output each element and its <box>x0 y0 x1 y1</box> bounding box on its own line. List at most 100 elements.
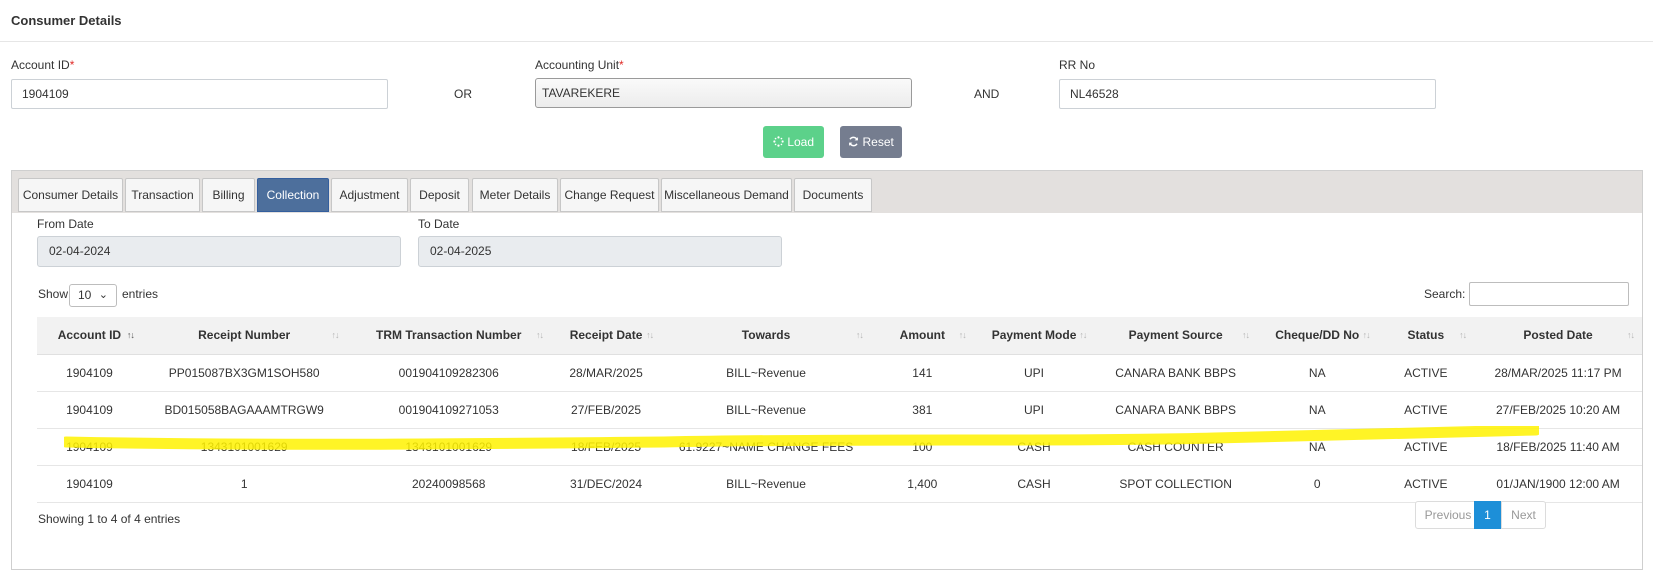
or-label: OR <box>454 87 472 101</box>
page-title: Consumer Details <box>11 13 122 28</box>
tab-billing[interactable]: Billing <box>202 178 255 212</box>
column-header-posted-date[interactable]: Posted Date ↑↓ <box>1474 317 1642 355</box>
column-header-payment-mode[interactable]: Payment Mode ↑↓ <box>973 317 1095 355</box>
collection-table: Account ID ↑↓ Receipt Number ↑↓ TRM Transa… <box>37 317 1642 503</box>
previous-page-button[interactable]: Previous <box>1415 501 1481 529</box>
cell-status: ACTIVE <box>1377 391 1475 429</box>
page-length-select[interactable]: 10 ⌄ <box>69 284 117 307</box>
cell-payment-mode: UPI <box>973 354 1095 392</box>
column-header-payment-source[interactable]: Payment Source ↑↓ <box>1094 317 1257 355</box>
table-row: 1904109 BD015058BAGAAAMTRGW9 00190410927… <box>37 391 1642 429</box>
column-header-receipt-number[interactable]: Receipt Number ↑↓ <box>141 317 347 355</box>
sort-arrows-icon: ↑↓ <box>1627 330 1635 340</box>
to-date-input[interactable]: 02-04-2025 <box>418 236 782 267</box>
cell-receipt-date: 27/FEB/2025 <box>550 391 662 429</box>
cell-posted-date: 18/FEB/2025 11:40 AM <box>1474 428 1642 466</box>
cell-account-id: 1904109 <box>37 391 142 429</box>
cell-cheque-dd-no: 0 <box>1256 465 1378 503</box>
table-header-row: Account ID ↑↓ Receipt Number ↑↓ TRM Transa… <box>37 317 1642 355</box>
cell-receipt-number: 1 <box>141 465 347 503</box>
table-info: Showing 1 to 4 of 4 entries <box>38 512 181 526</box>
rr-no-input[interactable]: NL46528 <box>1059 79 1436 109</box>
table-row: 1904109 1 20240098568 31/DEC/2024 BILL~R… <box>37 465 1642 503</box>
table-row-highlighted: 1904109 1343101001629 1343101001629 18/F… <box>37 428 1642 466</box>
tab-change-request[interactable]: Change Request <box>560 178 659 212</box>
and-label: AND <box>974 87 1000 101</box>
next-page-button[interactable]: Next <box>1501 501 1546 529</box>
cell-towards: BILL~Revenue <box>661 465 871 503</box>
search-label: Search: <box>1424 287 1466 301</box>
cell-payment-mode: UPI <box>973 391 1095 429</box>
cell-trm-transaction-number: 001904109271053 <box>346 391 551 429</box>
column-header-amount[interactable]: Amount ↑↓ <box>870 317 974 355</box>
chevron-down-icon: ⌄ <box>98 289 108 301</box>
sort-arrows-icon: ↑↓ <box>535 330 544 340</box>
sort-arrows-icon: ↑↓ <box>331 330 339 340</box>
account-id-input[interactable]: 1904109 <box>11 79 388 109</box>
cell-amount: 1,400 <box>870 465 974 503</box>
tab-transaction[interactable]: Transaction <box>125 178 200 212</box>
cell-account-id: 1904109 <box>37 465 142 503</box>
load-button[interactable]: Load <box>763 126 824 158</box>
cell-trm-transaction-number: 20240098568 <box>346 465 551 503</box>
cell-receipt-date: 18/FEB/2025 <box>550 428 662 466</box>
sort-arrows-icon: ↑↓ <box>958 330 967 340</box>
entries-label: entries <box>122 287 159 301</box>
sort-arrows-icon: ↑↓ <box>1362 330 1371 340</box>
cell-posted-date: 01/JAN/1900 12:00 AM <box>1474 465 1642 503</box>
cell-payment-source: CASH COUNTER <box>1094 428 1257 466</box>
cell-posted-date: 28/MAR/2025 11:17 PM <box>1474 354 1642 392</box>
accounting-unit-select[interactable]: TAVAREKERE <box>535 78 912 108</box>
tab-collection[interactable]: Collection <box>257 178 329 212</box>
column-header-trm-transaction-number[interactable]: TRM Transaction Number ↑↓ <box>346 317 551 355</box>
cell-amount: 141 <box>870 354 974 392</box>
from-date-label: From Date <box>37 217 94 231</box>
cell-cheque-dd-no: NA <box>1256 354 1378 392</box>
cell-towards: 61.9227~NAME CHANGE FEES <box>661 428 871 466</box>
tab-documents[interactable]: Documents <box>794 178 872 212</box>
from-date-input[interactable]: 02-04-2024 <box>37 236 401 267</box>
tab-adjustment[interactable]: Adjustment <box>331 178 408 212</box>
account-id-label: Account ID* <box>11 58 75 72</box>
cell-payment-source: CANARA BANK BBPS <box>1094 391 1257 429</box>
sort-arrows-icon: ↑↓ <box>855 330 864 340</box>
cell-receipt-date: 31/DEC/2024 <box>550 465 662 503</box>
cell-towards: BILL~Revenue <box>661 391 871 429</box>
reset-button[interactable]: Reset <box>840 126 902 158</box>
cell-towards: BILL~Revenue <box>661 354 871 392</box>
page-1-button[interactable]: 1 <box>1474 501 1501 529</box>
sort-arrows-icon: ↑↓ <box>646 330 654 340</box>
column-header-status[interactable]: Status ↑↓ <box>1377 317 1475 355</box>
rr-no-label: RR No <box>1059 58 1096 72</box>
cell-cheque-dd-no: NA <box>1256 391 1378 429</box>
tab-meter-details[interactable]: Meter Details <box>472 178 558 212</box>
column-header-towards[interactable]: Towards ↑↓ <box>661 317 871 355</box>
cell-cheque-dd-no: NA <box>1256 428 1378 466</box>
cell-status: ACTIVE <box>1377 354 1475 392</box>
reset-button-label: Reset <box>862 135 894 149</box>
cell-payment-mode: CASH <box>973 465 1095 503</box>
tab-miscellaneous-demand[interactable]: Miscellaneous Demand <box>661 178 792 212</box>
cell-amount: 381 <box>870 391 974 429</box>
refresh-icon <box>848 135 862 149</box>
tab-consumer-details[interactable]: Consumer Details <box>18 178 123 212</box>
column-header-account-id[interactable]: Account ID ↑↓ <box>37 317 142 355</box>
load-button-label: Load <box>787 135 815 149</box>
cell-payment-mode: CASH <box>973 428 1095 466</box>
tab-bar: Consumer Details Transaction Billing Col… <box>12 171 1642 213</box>
cell-status: ACTIVE <box>1377 465 1475 503</box>
cell-account-id: 1904109 <box>37 354 142 392</box>
sort-arrows-icon: ↑↓ <box>1459 330 1467 340</box>
cell-receipt-number: BD015058BAGAAAMTRGW9 <box>141 391 347 429</box>
column-header-cheque-dd-no[interactable]: Cheque/DD No ↑↓ <box>1256 317 1378 355</box>
search-input[interactable] <box>1469 282 1629 306</box>
cell-trm-transaction-number: 1343101001629 <box>346 428 551 466</box>
to-date-label: To Date <box>418 217 460 231</box>
tab-deposit[interactable]: Deposit <box>410 178 469 212</box>
page-length-value: 10 <box>78 288 92 302</box>
column-header-receipt-date[interactable]: Receipt Date ↑↓ <box>550 317 662 355</box>
cell-receipt-number: 1343101001629 <box>141 428 347 466</box>
cell-account-id: 1904109 <box>37 428 142 466</box>
show-label: Show <box>38 287 69 301</box>
accounting-unit-label: Accounting Unit* <box>535 58 624 72</box>
